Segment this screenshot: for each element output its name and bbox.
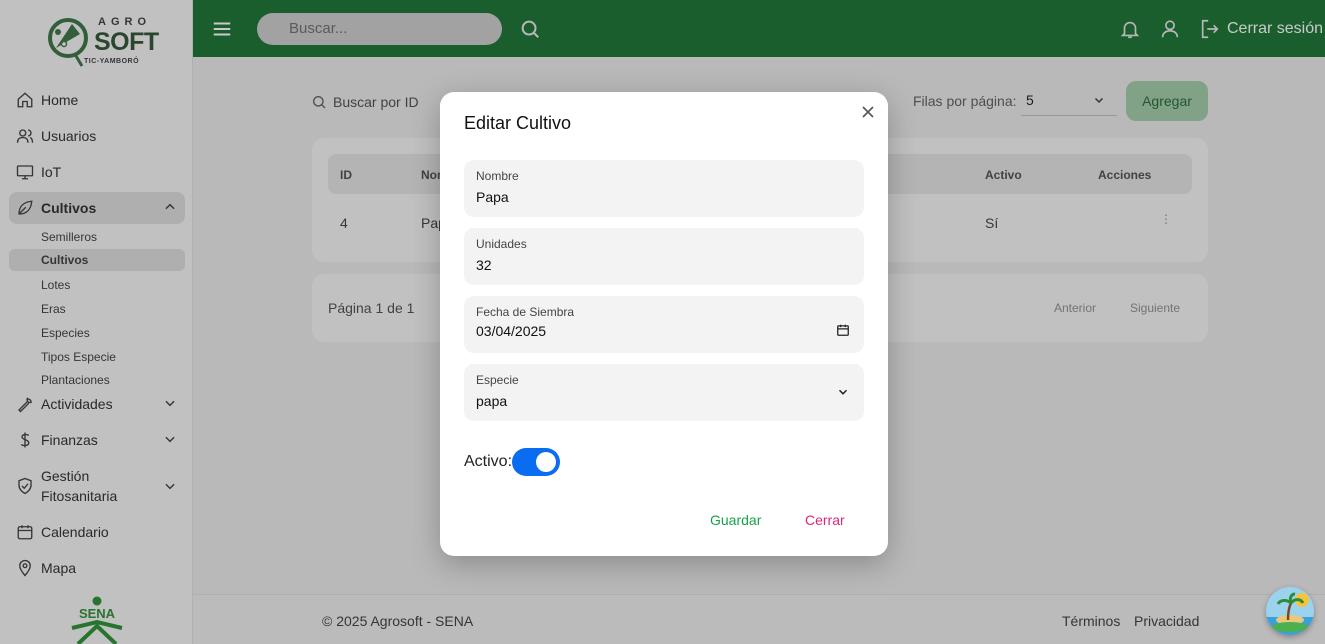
toggle-knob bbox=[536, 452, 557, 472]
active-label: Activo: bbox=[464, 453, 513, 470]
calendar-icon[interactable] bbox=[836, 323, 850, 337]
close-icon[interactable] bbox=[862, 106, 874, 118]
field-value: 32 bbox=[476, 257, 492, 273]
field-label: Unidades bbox=[476, 237, 527, 251]
field-value: Papa bbox=[476, 189, 509, 205]
island-palm-icon bbox=[1266, 592, 1314, 635]
edit-cultivo-modal: Editar Cultivo Nombre Papa Unidades 32 F… bbox=[440, 92, 888, 556]
field-label: Especie bbox=[476, 373, 519, 387]
especie-select[interactable]: Especie papa bbox=[464, 364, 864, 421]
field-value: papa bbox=[476, 393, 508, 409]
assistant-fab[interactable] bbox=[1266, 587, 1314, 635]
close-button[interactable]: Cerrar bbox=[805, 512, 845, 528]
fecha-siembra-field[interactable]: Fecha de Siembra 03/04/2025 bbox=[464, 296, 864, 353]
unidades-field[interactable]: Unidades 32 bbox=[464, 228, 864, 285]
nombre-field[interactable]: Nombre Papa bbox=[464, 160, 864, 217]
active-toggle[interactable] bbox=[512, 448, 561, 476]
field-value: 03/04/2025 bbox=[476, 323, 547, 339]
chevron-down-icon bbox=[838, 389, 848, 395]
field-label: Nombre bbox=[476, 169, 519, 183]
modal-title: Editar Cultivo bbox=[464, 113, 572, 133]
save-button[interactable]: Guardar bbox=[710, 512, 761, 528]
field-label: Fecha de Siembra bbox=[476, 305, 575, 319]
active-toggle-row: Activo: bbox=[464, 448, 561, 476]
